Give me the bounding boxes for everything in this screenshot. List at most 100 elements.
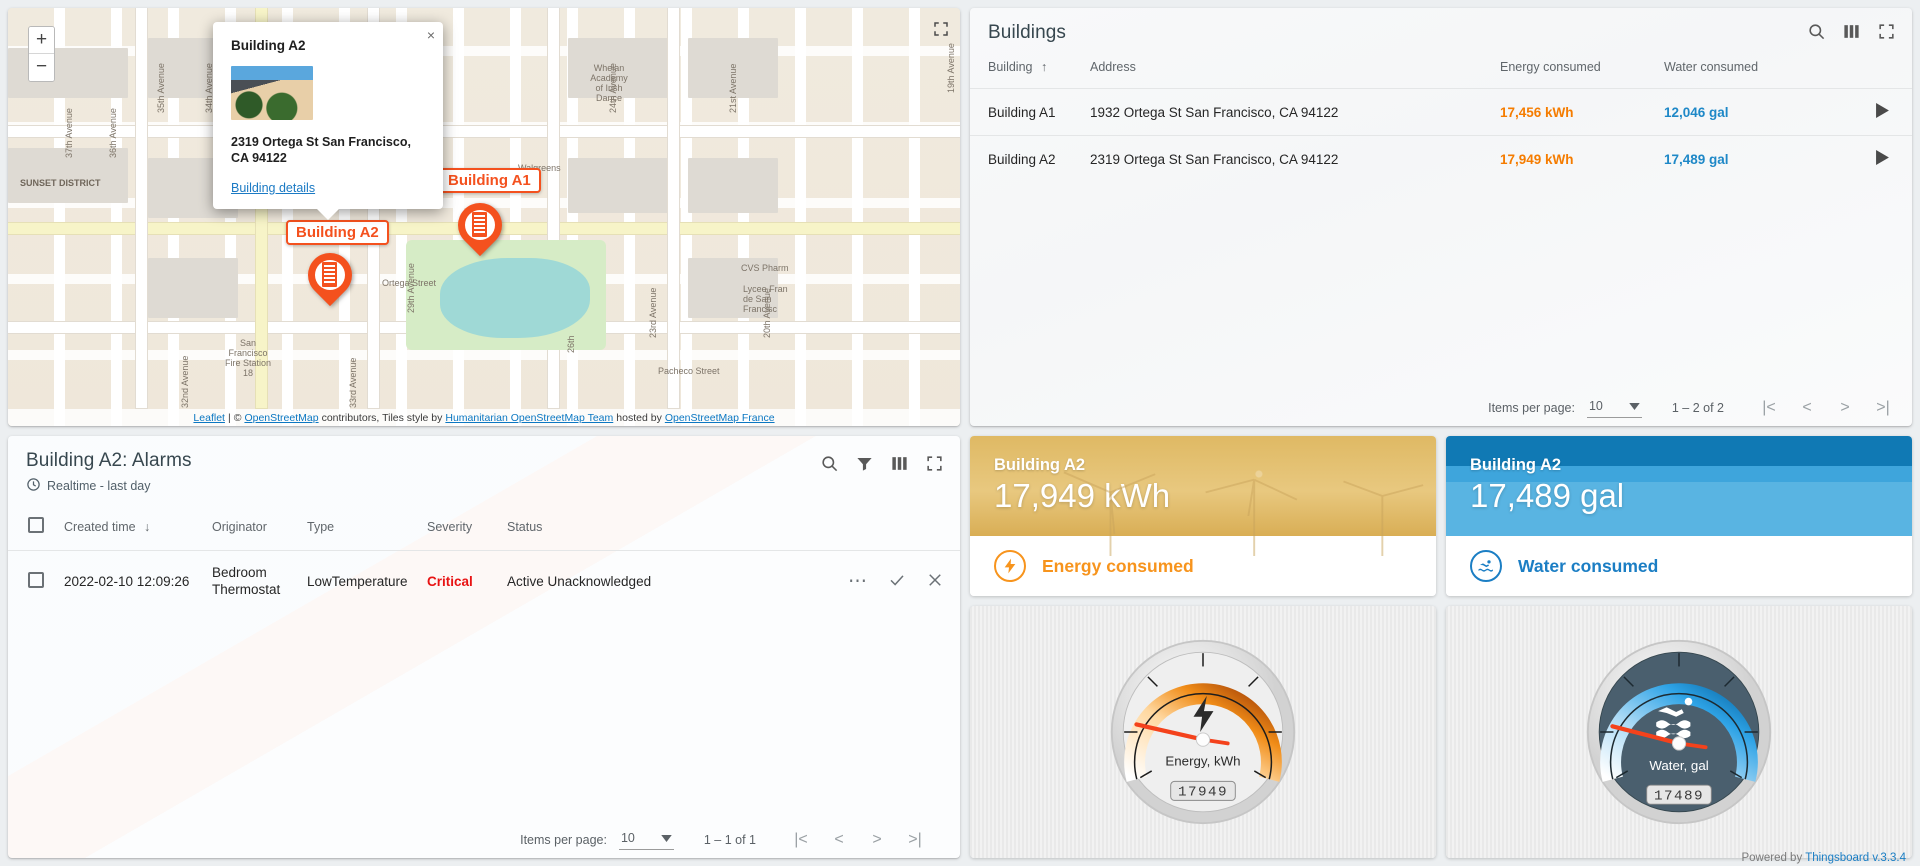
prev-page-button[interactable]: < xyxy=(1788,399,1826,417)
water-value-card[interactable]: Building A2 17,489 gal Water consumed xyxy=(1446,436,1912,596)
attribution-sep: | xyxy=(228,412,231,424)
buildings-fullscreen-icon[interactable] xyxy=(1877,22,1896,41)
alarms-filter-icon[interactable] xyxy=(855,454,874,473)
table-row[interactable]: 2022-02-10 12:09:26 Bedroom Thermostat L… xyxy=(8,551,960,613)
zoom-in-button[interactable]: + xyxy=(29,27,54,54)
cell-type: LowTemperature xyxy=(299,551,419,613)
buildings-header-row: Building ↑ Address Energy consumed Water… xyxy=(970,50,1912,89)
attribution-france-link[interactable]: OpenStreetMap France xyxy=(665,412,775,424)
popup-close-icon[interactable]: × xyxy=(427,27,435,43)
map-widget[interactable]: SUNSET DISTRICT Ortega Street Pacheco St… xyxy=(8,8,960,426)
select-all-checkbox[interactable] xyxy=(8,507,56,551)
map-label-35th: 35th Avenue xyxy=(156,63,166,113)
last-page-button[interactable]: >| xyxy=(896,831,934,849)
alarms-columns-icon[interactable] xyxy=(890,454,909,473)
map-label-19th: 19th Avenue xyxy=(946,43,956,93)
map-label-pacheco: Pacheco Street xyxy=(658,366,720,376)
map-zoom-controls[interactable]: + − xyxy=(28,26,55,82)
zoom-out-button[interactable]: − xyxy=(29,54,54,81)
col-address[interactable]: Address xyxy=(1082,50,1492,89)
items-per-page-select[interactable]: 10 xyxy=(619,829,674,850)
alarms-header-row: Created time ↓ Originator Type Severity … xyxy=(8,507,960,551)
chevron-down-icon xyxy=(661,831,672,845)
prev-page-button[interactable]: < xyxy=(820,831,858,849)
col-originator[interactable]: Originator xyxy=(204,507,299,551)
popup-building-details-link[interactable]: Building details xyxy=(231,181,425,195)
next-page-button[interactable]: > xyxy=(858,831,896,849)
map-marker-a2[interactable] xyxy=(308,253,352,311)
cell-water: 12,046 gal xyxy=(1656,89,1852,136)
energy-gauge-widget[interactable]: Energy, kWh 17949 xyxy=(970,606,1436,858)
buildings-table: Building ↑ Address Energy consumed Water… xyxy=(970,50,1912,182)
row-acknowledge-icon[interactable] xyxy=(888,571,906,592)
energy-gauge-display: 17949 xyxy=(1178,785,1228,801)
water-card-label: Water consumed xyxy=(1518,556,1658,577)
next-page-button[interactable]: > xyxy=(1826,399,1864,417)
attribution-hot-link[interactable]: Humanitarian OpenStreetMap Team xyxy=(445,412,613,424)
cell-severity: Critical xyxy=(419,551,499,613)
cell-building: Building A2 xyxy=(970,136,1082,183)
map-fullscreen-icon[interactable] xyxy=(932,20,950,41)
col-building-label: Building xyxy=(988,60,1032,74)
alarms-widget: Building A2: Alarms Realtime - last day xyxy=(8,436,960,858)
buildings-paginator: Items per page: 10 1 – 2 of 2 |< < > >| xyxy=(1488,397,1902,418)
popup-address: 2319 Ortega St San Francisco, CA 94122 xyxy=(231,134,425,167)
water-gauge-display: 17489 xyxy=(1654,788,1704,804)
map-marker-label-a1[interactable]: Building A1 xyxy=(438,168,541,193)
col-severity[interactable]: Severity xyxy=(419,507,499,551)
water-card-footer: Water consumed xyxy=(1446,536,1912,596)
col-water[interactable]: Water consumed xyxy=(1656,50,1852,89)
col-building[interactable]: Building ↑ xyxy=(970,50,1082,89)
cell-created-time: 2022-02-10 12:09:26 xyxy=(56,551,204,613)
col-created-time[interactable]: Created time ↓ xyxy=(56,507,204,551)
alarms-fullscreen-icon[interactable] xyxy=(925,454,944,473)
col-type[interactable]: Type xyxy=(299,507,419,551)
table-row[interactable]: Building A1 1932 Ortega St San Francisco… xyxy=(970,89,1912,136)
alarms-table: Created time ↓ Originator Type Severity … xyxy=(8,507,960,613)
row-checkbox[interactable] xyxy=(8,551,56,613)
map-label-26th: 26th xyxy=(566,335,576,353)
buildings-search-icon[interactable] xyxy=(1807,22,1826,41)
first-page-button[interactable]: |< xyxy=(782,831,820,849)
map-label-23rd: 23rd Avenue xyxy=(648,288,658,338)
map-marker-a1[interactable] xyxy=(458,203,502,261)
row-clear-icon[interactable] xyxy=(926,571,944,592)
items-per-page-select[interactable]: 10 xyxy=(1587,397,1642,418)
items-per-page-value: 10 xyxy=(621,831,635,845)
alarms-subtitle: Realtime - last day xyxy=(47,479,151,493)
energy-value-card[interactable]: Building A2 17,949 kWh Energy consumed xyxy=(970,436,1436,596)
cell-energy: 17,949 kWh xyxy=(1492,136,1656,183)
col-created-time-label: Created time xyxy=(64,520,136,534)
alarms-paginator: Items per page: 10 1 – 1 of 1 |< < > >| xyxy=(520,829,934,850)
cell-status: Active Unacknowledged xyxy=(499,551,840,613)
buildings-columns-icon[interactable] xyxy=(1842,22,1861,41)
row-expand-button[interactable] xyxy=(1852,136,1912,183)
footer-product-link[interactable]: Thingsboard v.3.3.4 xyxy=(1805,852,1906,864)
energy-gauge-label: Energy, kWh xyxy=(1165,753,1240,768)
map-label-24th: 24th Avenue xyxy=(608,63,618,113)
table-row[interactable]: Building A2 2319 Ortega St San Francisco… xyxy=(970,136,1912,183)
map-label-29th: 29th Avenue xyxy=(406,263,416,313)
popup-building-photo xyxy=(231,66,313,120)
last-page-button[interactable]: >| xyxy=(1864,399,1902,417)
attribution-copyright: © xyxy=(234,412,242,424)
cell-originator: Bedroom Thermostat xyxy=(204,551,299,613)
page-range-label: 1 – 1 of 1 xyxy=(704,833,756,847)
footer-powered-by: Powered by xyxy=(1741,852,1802,864)
alarms-search-icon[interactable] xyxy=(820,454,839,473)
buildings-widget: Buildings Building ↑ xyxy=(970,8,1912,426)
map-attribution: Leaflet | © OpenStreetMap contributors, … xyxy=(8,409,960,426)
col-energy[interactable]: Energy consumed xyxy=(1492,50,1656,89)
attribution-leaflet-link[interactable]: Leaflet xyxy=(193,412,225,424)
attribution-osm-link[interactable]: OpenStreetMap xyxy=(244,412,318,424)
row-more-actions-icon[interactable]: ⋯ xyxy=(848,577,868,587)
row-expand-button[interactable] xyxy=(1852,89,1912,136)
attribution-hosted: hosted by xyxy=(616,412,662,424)
water-gauge-widget[interactable]: Water, gal 17489 xyxy=(1446,606,1912,858)
map-label-cvs: CVS Pharm xyxy=(741,263,789,273)
first-page-button[interactable]: |< xyxy=(1750,399,1788,417)
cell-address: 2319 Ortega St San Francisco, CA 94122 xyxy=(1082,136,1492,183)
map-marker-label-a2[interactable]: Building A2 xyxy=(286,220,389,245)
sort-desc-icon: ↓ xyxy=(144,520,150,534)
col-status[interactable]: Status xyxy=(499,507,840,551)
